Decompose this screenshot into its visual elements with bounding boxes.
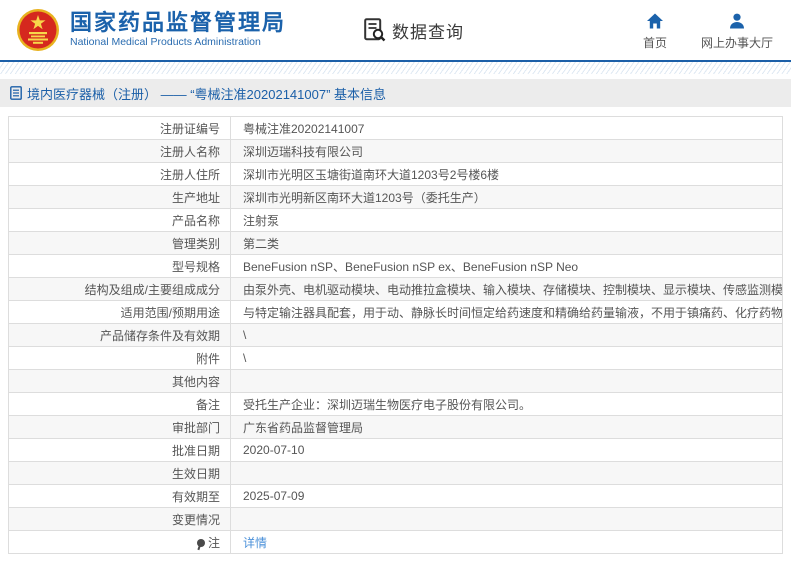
table-row: 附件 \ — [9, 347, 783, 370]
row-value — [231, 508, 783, 531]
row-label: 其他内容 — [9, 370, 231, 393]
registration-info-table-wrap: 注册证编号 粤械注准20202141007 注册人名称 深圳迈瑞科技有限公司 注… — [8, 116, 783, 554]
table-row: 生产地址 深圳市光明新区南环大道1203号（委托生产） — [9, 186, 783, 209]
table-row: 产品储存条件及有效期 \ — [9, 324, 783, 347]
row-value: 详情 — [231, 531, 783, 554]
site-subtitle: National Medical Products Administration — [70, 35, 286, 49]
row-label: 型号规格 — [9, 255, 231, 278]
row-value: 注射泵 — [231, 209, 783, 232]
row-label: 批准日期 — [9, 439, 231, 462]
row-label: 生效日期 — [9, 462, 231, 485]
row-value: 广东省药品监督管理局 — [231, 416, 783, 439]
header-nav: 首页 网上办事大厅 — [643, 12, 773, 51]
national-emblem-icon — [16, 8, 60, 52]
table-row: 结构及组成/主要组成成分 由泵外壳、电机驱动模块、电动推拉盒模块、输入模块、存储… — [9, 278, 783, 301]
row-value: 深圳市光明区玉塘街道南环大道1203号2号楼6楼 — [231, 163, 783, 186]
site-title-block: 国家药品监督管理局 National Medical Products Admi… — [70, 11, 286, 49]
row-label: 注册证编号 — [9, 117, 231, 140]
home-icon — [646, 12, 664, 30]
row-label: 生产地址 — [9, 186, 231, 209]
nav-item-service-hall-label: 网上办事大厅 — [701, 34, 773, 51]
detail-link[interactable]: 详情 — [243, 536, 267, 550]
data-query-label: 数据查询 — [392, 18, 464, 43]
row-value: 受托生产企业：深圳迈瑞生物医疗电子股份有限公司。 — [231, 393, 783, 416]
site-title: 国家药品监督管理局 — [70, 11, 286, 35]
table-row: 备注 受托生产企业：深圳迈瑞生物医疗电子股份有限公司。 — [9, 393, 783, 416]
row-label: 注册人名称 — [9, 140, 231, 163]
table-row: 批准日期 2020-07-10 — [9, 439, 783, 462]
row-label: 管理类别 — [9, 232, 231, 255]
row-label: 产品名称 — [9, 209, 231, 232]
table-row: 审批部门 广东省药品监督管理局 — [9, 416, 783, 439]
nav-item-home[interactable]: 首页 — [643, 12, 667, 51]
row-label: 备注 — [9, 393, 231, 416]
table-row: 其他内容 — [9, 370, 783, 393]
row-value: 深圳市光明新区南环大道1203号（委托生产） — [231, 186, 783, 209]
breadcrumb: 境内医疗器械（注册） —— “粤械注准20202141007” 基本信息 — [27, 84, 386, 103]
row-value — [231, 462, 783, 485]
table-row: 注册人名称 深圳迈瑞科技有限公司 — [9, 140, 783, 163]
row-value: 深圳迈瑞科技有限公司 — [231, 140, 783, 163]
row-value: 2020-07-10 — [231, 439, 783, 462]
nav-item-home-label: 首页 — [643, 34, 667, 51]
breadcrumb-bar: 境内医疗器械（注册） —— “粤械注准20202141007” 基本信息 — [0, 79, 791, 107]
table-row: 型号规格 BeneFusion nSP、BeneFusion nSP ex、Be… — [9, 255, 783, 278]
user-icon — [728, 12, 746, 30]
row-value: 第二类 — [231, 232, 783, 255]
table-row: 注册证编号 粤械注准20202141007 — [9, 117, 783, 140]
row-value: 由泵外壳、电机驱动模块、电动推拉盒模块、输入模块、存储模块、控制模块、显示模块、… — [231, 278, 783, 301]
document-icon — [10, 86, 22, 100]
table-row: 产品名称 注射泵 — [9, 209, 783, 232]
table-row: 注 详情 — [9, 531, 783, 554]
row-value: BeneFusion nSP、BeneFusion nSP ex、BeneFus… — [231, 255, 783, 278]
info-table-body: 注册证编号 粤械注准20202141007 注册人名称 深圳迈瑞科技有限公司 注… — [9, 117, 783, 554]
hatch-divider — [0, 62, 791, 74]
table-row: 适用范围/预期用途 与特定输注器具配套，用于动、静脉长时间恒定给药速度和精确给药… — [9, 301, 783, 324]
row-label: 有效期至 — [9, 485, 231, 508]
row-label: 变更情况 — [9, 508, 231, 531]
table-row: 注册人住所 深圳市光明区玉塘街道南环大道1203号2号楼6楼 — [9, 163, 783, 186]
page-header: 国家药品监督管理局 National Medical Products Admi… — [0, 0, 791, 62]
row-value: 与特定输注器具配套，用于动、静脉长时间恒定给药速度和精确给药量输液，不用于镇痛药… — [231, 301, 783, 324]
row-label: 注册人住所 — [9, 163, 231, 186]
registration-info-table: 注册证编号 粤械注准20202141007 注册人名称 深圳迈瑞科技有限公司 注… — [8, 116, 783, 554]
site-logo[interactable]: 国家药品监督管理局 National Medical Products Admi… — [16, 8, 286, 52]
row-label: 适用范围/预期用途 — [9, 301, 231, 324]
row-value: \ — [231, 347, 783, 370]
row-value: 粤械注准20202141007 — [231, 117, 783, 140]
table-row: 变更情况 — [9, 508, 783, 531]
note-icon — [197, 539, 205, 547]
row-value — [231, 370, 783, 393]
row-label: 注 — [9, 531, 231, 554]
row-label: 附件 — [9, 347, 231, 370]
table-row: 生效日期 — [9, 462, 783, 485]
table-row: 管理类别 第二类 — [9, 232, 783, 255]
row-label: 产品储存条件及有效期 — [9, 324, 231, 347]
row-value: 2025-07-09 — [231, 485, 783, 508]
row-value: \ — [231, 324, 783, 347]
nav-item-service-hall[interactable]: 网上办事大厅 — [701, 12, 773, 51]
row-label: 结构及组成/主要组成成分 — [9, 278, 231, 301]
document-search-icon — [364, 18, 386, 42]
data-query-nav[interactable]: 数据查询 — [364, 18, 464, 43]
table-row: 有效期至 2025-07-09 — [9, 485, 783, 508]
row-label: 审批部门 — [9, 416, 231, 439]
